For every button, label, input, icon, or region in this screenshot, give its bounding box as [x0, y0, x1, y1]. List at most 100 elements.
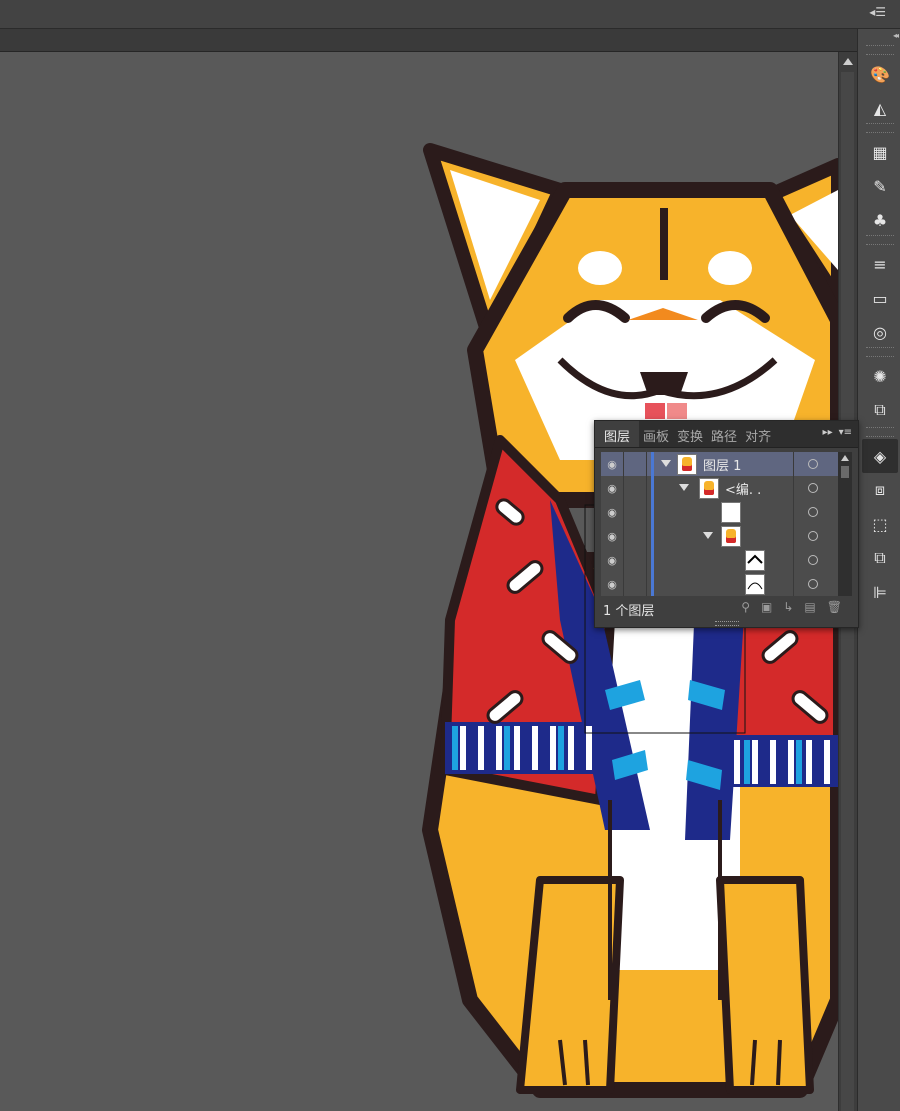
- transform-icon[interactable]: ⬚: [862, 507, 898, 541]
- panel-group-libraries: ▦ ✎ ♣: [862, 121, 898, 237]
- gradient-icon[interactable]: ▭: [862, 281, 898, 315]
- panel-grip[interactable]: [866, 347, 894, 357]
- panel-menu-icon[interactable]: ◂☰: [869, 5, 886, 19]
- layer-color-bar: [651, 452, 654, 476]
- panel-tab-controls: ▸▸ ▾≡: [823, 421, 858, 447]
- expand-triangle-icon[interactable]: [703, 532, 713, 539]
- layer-thumbnail: [721, 502, 741, 523]
- panel-grip[interactable]: [866, 235, 894, 245]
- brushes-icon[interactable]: ✎: [862, 169, 898, 203]
- visibility-eye-icon[interactable]: ◉: [601, 524, 624, 548]
- target-circle-icon[interactable]: [808, 459, 818, 469]
- layer-thumbnail: [699, 478, 719, 499]
- layer-row[interactable]: ◉: [601, 524, 838, 549]
- expand-triangle-icon[interactable]: [661, 460, 671, 467]
- make-clipping-mask-icon[interactable]: ▣: [761, 600, 772, 614]
- layer-name[interactable]: 图层 1: [703, 455, 741, 474]
- layers-list: ◉ 图层 1 ◉ <编. . ◉ ◉ ◉ ◉: [601, 452, 838, 616]
- symbols-icon[interactable]: ♣: [862, 203, 898, 237]
- target-column[interactable]: [793, 548, 839, 572]
- more-tabs-icon[interactable]: ▸▸: [823, 427, 833, 447]
- target-circle-icon[interactable]: [808, 579, 818, 589]
- align-icon[interactable]: ⊫: [862, 575, 898, 609]
- lock-toggle[interactable]: [624, 548, 647, 572]
- visibility-eye-icon[interactable]: ◉: [601, 452, 624, 476]
- target-circle-icon[interactable]: [808, 555, 818, 565]
- layer-color-bar: [651, 548, 654, 572]
- panel-group-layers: ◈ ⧈ ⬚ ⧉ ⊫: [862, 425, 898, 609]
- graphic-styles-icon[interactable]: ⧉: [862, 393, 898, 427]
- layer-color-bar: [651, 500, 654, 524]
- layer-row[interactable]: ◉ <编. .: [601, 476, 838, 501]
- target-column[interactable]: [793, 452, 839, 476]
- panel-resize-grip[interactable]: [715, 621, 739, 626]
- tab-transform[interactable]: 变换: [673, 421, 707, 447]
- path-thumbnail: [745, 574, 765, 595]
- layer-row[interactable]: ◉: [601, 500, 838, 525]
- panel-grip[interactable]: [866, 427, 894, 437]
- document-tab-bar: [0, 29, 857, 52]
- visibility-eye-icon[interactable]: ◉: [601, 548, 624, 572]
- swatches-icon[interactable]: ▦: [862, 135, 898, 169]
- layers-scrollbar[interactable]: [838, 452, 852, 616]
- layers-icon[interactable]: ◈: [862, 439, 898, 473]
- target-column[interactable]: [793, 500, 839, 524]
- layers-panel-footer: 1 个图层 ⚲ ▣ ↳ ▤ 🗑: [595, 596, 858, 622]
- layer-color-bar: [651, 524, 654, 548]
- tab-artboards[interactable]: 画板: [639, 421, 673, 447]
- layer-name[interactable]: <编. .: [725, 479, 761, 498]
- layer-thumbnail: [721, 526, 741, 547]
- target-circle-icon[interactable]: [808, 483, 818, 493]
- transparency-icon[interactable]: ◎: [862, 315, 898, 349]
- appearance-icon[interactable]: ✺: [862, 359, 898, 393]
- layer-row[interactable]: ◉: [601, 548, 838, 573]
- panel-group-appearance: ✺ ⧉: [862, 345, 898, 427]
- target-column[interactable]: [793, 524, 839, 548]
- panel-grip[interactable]: [866, 45, 894, 55]
- visibility-eye-icon[interactable]: ◉: [601, 572, 624, 596]
- expand-triangle-icon[interactable]: [679, 484, 689, 491]
- path-thumbnail: [745, 550, 765, 571]
- scroll-up-arrow-icon[interactable]: [843, 58, 853, 65]
- color-guide-icon[interactable]: ◭: [862, 91, 898, 125]
- lock-toggle[interactable]: [624, 524, 647, 548]
- stroke-icon[interactable]: ≡: [862, 247, 898, 281]
- collapse-panels-icon[interactable]: ◂◂: [893, 31, 899, 40]
- delete-layer-icon[interactable]: 🗑: [827, 600, 842, 614]
- layers-panel: 图层 画板 变换 路径 对齐 ▸▸ ▾≡ ◉ 图层 1 ◉ <编. . ◉ ◉ …: [594, 420, 859, 628]
- visibility-eye-icon[interactable]: ◉: [601, 476, 624, 500]
- layer-color-bar: [651, 572, 654, 596]
- target-column[interactable]: [793, 572, 839, 596]
- lock-toggle[interactable]: [624, 476, 647, 500]
- target-circle-icon[interactable]: [808, 507, 818, 517]
- new-layer-icon[interactable]: ▤: [804, 600, 815, 614]
- layer-color-bar: [651, 476, 654, 500]
- panel-group-stroke: ≡ ▭ ◎: [862, 233, 898, 349]
- application-bar: ◂☰: [0, 0, 900, 29]
- footer-actions: ⚲ ▣ ↳ ▤ 🗑: [741, 600, 842, 614]
- tab-layers[interactable]: 图层: [595, 421, 640, 447]
- artboards-icon[interactable]: ⧈: [862, 473, 898, 507]
- tab-pathfinder[interactable]: 路径: [707, 421, 741, 447]
- locate-object-icon[interactable]: ⚲: [741, 600, 750, 614]
- target-column[interactable]: [793, 476, 839, 500]
- layer-row[interactable]: ◉ 图层 1: [601, 452, 838, 477]
- pathfinder-icon[interactable]: ⧉: [862, 541, 898, 575]
- create-sublayer-icon[interactable]: ↳: [783, 600, 793, 614]
- color-palette-icon[interactable]: 🎨: [862, 57, 898, 91]
- lock-toggle[interactable]: [624, 500, 647, 524]
- visibility-eye-icon[interactable]: ◉: [601, 500, 624, 524]
- panel-group-color: 🎨 ◭: [862, 43, 898, 125]
- panel-dock: ◂◂ 🎨 ◭ ▦ ✎ ♣ ≡ ▭ ◎ ✺ ⧉ ◈ ⧈ ⬚ ⧉ ⊫: [857, 29, 900, 1111]
- lock-toggle[interactable]: [624, 452, 647, 476]
- panel-grip[interactable]: [866, 123, 894, 133]
- target-circle-icon[interactable]: [808, 531, 818, 541]
- tab-align[interactable]: 对齐: [741, 421, 775, 447]
- layer-row[interactable]: ◉: [601, 572, 838, 597]
- panel-options-icon[interactable]: ▾≡: [839, 427, 852, 447]
- layers-panel-tabs: 图层 画板 变换 路径 对齐 ▸▸ ▾≡: [595, 421, 858, 448]
- layers-scroll-thumb[interactable]: [841, 466, 849, 478]
- lock-toggle[interactable]: [624, 572, 647, 596]
- layer-count: 1 个图层: [603, 604, 655, 619]
- scroll-up-icon[interactable]: [841, 455, 849, 461]
